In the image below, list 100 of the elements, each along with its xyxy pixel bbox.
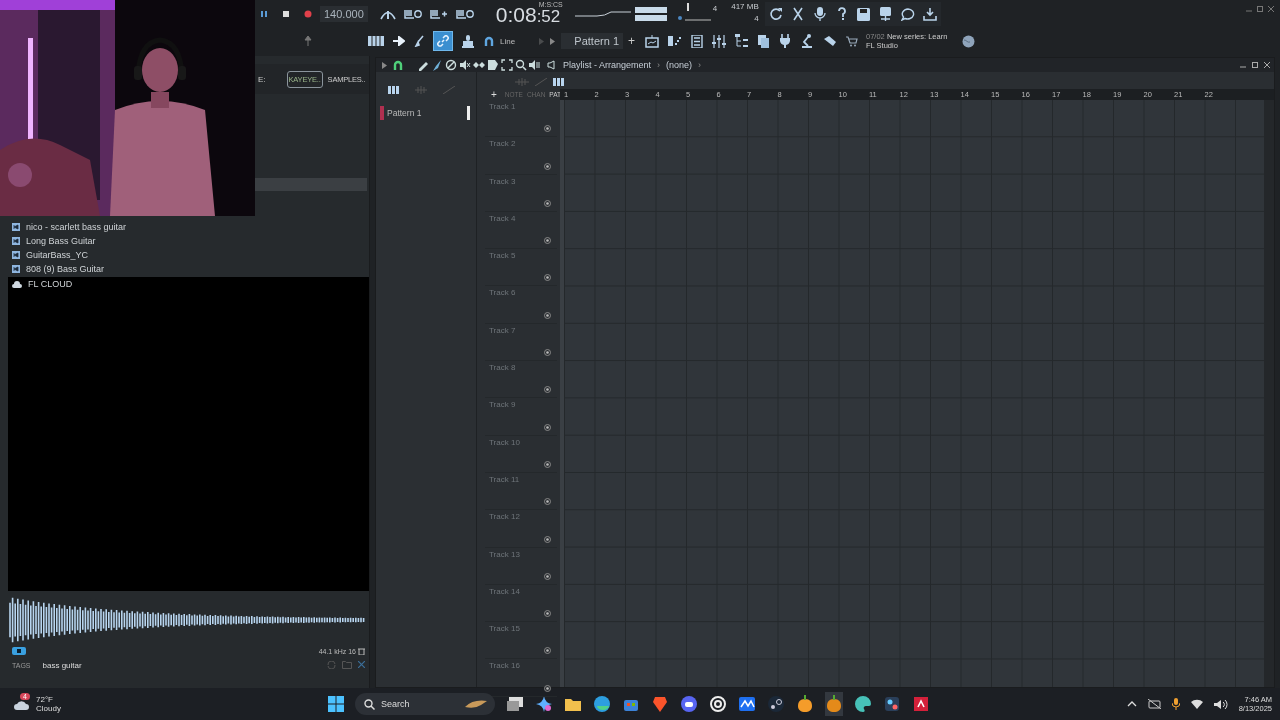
track-button-icon[interactable] <box>544 460 551 468</box>
audio-file-icon <box>12 265 20 273</box>
scissors-icon[interactable] <box>790 7 805 21</box>
track-button-icon[interactable] <box>544 125 551 133</box>
arrow-up-icon[interactable] <box>304 36 312 46</box>
globe-icon[interactable] <box>962 34 975 48</box>
piano-icon[interactable] <box>553 78 564 86</box>
snap-mode-label[interactable]: Line <box>500 36 516 46</box>
camera-off-icon[interactable] <box>1147 699 1161 709</box>
track-button-icon[interactable] <box>544 610 551 618</box>
steps-icon[interactable] <box>668 35 682 47</box>
breadcrumb-item[interactable]: Playlist - Arrangement <box>563 60 652 70</box>
cpu-reading: 4 <box>712 3 718 15</box>
magnifier-icon[interactable] <box>515 59 527 71</box>
track-button-icon[interactable] <box>544 647 551 655</box>
track-button-icon[interactable] <box>544 162 551 170</box>
comb-icon[interactable] <box>403 8 422 20</box>
search-icon <box>364 699 375 710</box>
browser-item[interactable]: Long Bass Guitar <box>26 236 96 246</box>
brush-icon[interactable] <box>414 35 424 47</box>
add-track-button[interactable]: + <box>491 88 497 100</box>
add-pattern-button[interactable]: + <box>628 34 635 48</box>
arrow-right-icon[interactable] <box>393 36 405 46</box>
piano-icon[interactable] <box>388 86 399 94</box>
stop-icon[interactable] <box>282 10 290 18</box>
magnet-icon[interactable] <box>484 36 494 46</box>
speaker-outline-icon[interactable] <box>547 60 557 70</box>
comb-plus-icon[interactable] <box>429 8 448 20</box>
chevron-up-icon[interactable] <box>1126 701 1137 707</box>
download-icon[interactable] <box>922 7 937 21</box>
track-button-icon[interactable] <box>544 386 551 394</box>
pause-icon[interactable] <box>260 10 268 18</box>
no-entry-icon[interactable] <box>445 59 457 71</box>
pattern-item[interactable]: Pattern 1 <box>380 106 470 120</box>
close-icon[interactable] <box>1268 6 1274 12</box>
magnet-icon[interactable] <box>393 60 403 70</box>
track-button-icon[interactable] <box>544 311 551 319</box>
track-button-icon[interactable] <box>544 349 551 357</box>
triangle-icon[interactable] <box>382 61 387 69</box>
wifi-icon[interactable] <box>1190 699 1203 709</box>
globe-icon[interactable] <box>593 695 611 713</box>
fruit-icon[interactable] <box>825 695 843 713</box>
weather-condition[interactable]: Cloudy <box>36 704 61 713</box>
browser-item[interactable]: GuitarBass_YC <box>26 250 89 260</box>
microphone-icon[interactable] <box>813 7 826 21</box>
browser-item[interactable]: 808 (9) Bass Guitar <box>26 264 105 274</box>
breadcrumb-separator: › <box>657 60 661 70</box>
speaker-mute-icon[interactable] <box>459 59 471 71</box>
track-button-icon[interactable] <box>544 535 551 543</box>
chart-tile-icon[interactable] <box>738 695 756 713</box>
browser-item[interactable]: FL CLOUD <box>28 279 73 289</box>
track-button-icon[interactable] <box>544 423 551 431</box>
link-button[interactable] <box>433 31 453 51</box>
chat-bubble-icon[interactable] <box>900 7 915 21</box>
track-button-icon[interactable] <box>544 237 551 245</box>
level-meter-icon <box>634 6 667 22</box>
audio-file-icon <box>12 251 20 259</box>
maximize-icon[interactable] <box>1252 62 1258 68</box>
save-icon[interactable] <box>857 7 871 21</box>
voice-count: 4 <box>754 13 759 25</box>
monitor-icon[interactable] <box>645 34 659 48</box>
tempo-field[interactable]: 140.000 <box>320 6 368 22</box>
list-icon[interactable] <box>691 34 703 48</box>
cloud-icon[interactable] <box>14 698 30 710</box>
maximize-icon[interactable] <box>1257 6 1263 12</box>
microphone-icon[interactable] <box>1171 698 1180 710</box>
lamp-icon[interactable] <box>800 34 814 48</box>
track-button-icon[interactable] <box>544 199 551 207</box>
track-button-icon[interactable] <box>544 498 551 506</box>
scrollbar[interactable] <box>1264 100 1274 687</box>
window-stack-icon[interactable] <box>506 695 524 713</box>
speaker-icon[interactable] <box>529 59 541 71</box>
mixer-icon[interactable] <box>712 34 726 48</box>
record-icon[interactable] <box>304 10 312 18</box>
arc-icon[interactable] <box>379 8 396 20</box>
circular-arrow-icon[interactable] <box>768 7 783 21</box>
speaker-icon[interactable] <box>1213 698 1228 710</box>
diamond-pair-icon[interactable] <box>473 59 485 71</box>
save-split-icon[interactable] <box>879 7 893 21</box>
track-button-icon[interactable] <box>544 684 551 692</box>
windows-logo-icon[interactable] <box>328 696 344 712</box>
plug-icon[interactable] <box>779 34 791 48</box>
track-button-icon[interactable] <box>544 572 551 580</box>
sparkle-icon[interactable] <box>535 695 553 713</box>
temperature[interactable]: 72°F <box>36 695 61 704</box>
question-mark-icon[interactable] <box>836 7 847 21</box>
track-button-icon[interactable] <box>544 274 551 282</box>
breadcrumb-item[interactable]: (none) <box>666 60 693 70</box>
fullscreen-icon[interactable] <box>501 59 513 71</box>
cart-icon[interactable] <box>846 35 858 47</box>
palette-icon[interactable] <box>854 695 872 713</box>
close-icon[interactable] <box>1264 62 1270 68</box>
comb-icon[interactable] <box>455 8 474 20</box>
search-field[interactable]: Search <box>355 693 495 715</box>
stamp-icon[interactable] <box>462 34 474 48</box>
folder-tree-icon[interactable] <box>735 34 749 48</box>
pages-icon[interactable] <box>758 34 770 48</box>
pattern-selector[interactable]: Pattern 1 <box>561 33 623 49</box>
fruit-icon[interactable] <box>796 695 814 713</box>
browser-item[interactable]: nico - scarlett bass guitar <box>26 222 127 232</box>
